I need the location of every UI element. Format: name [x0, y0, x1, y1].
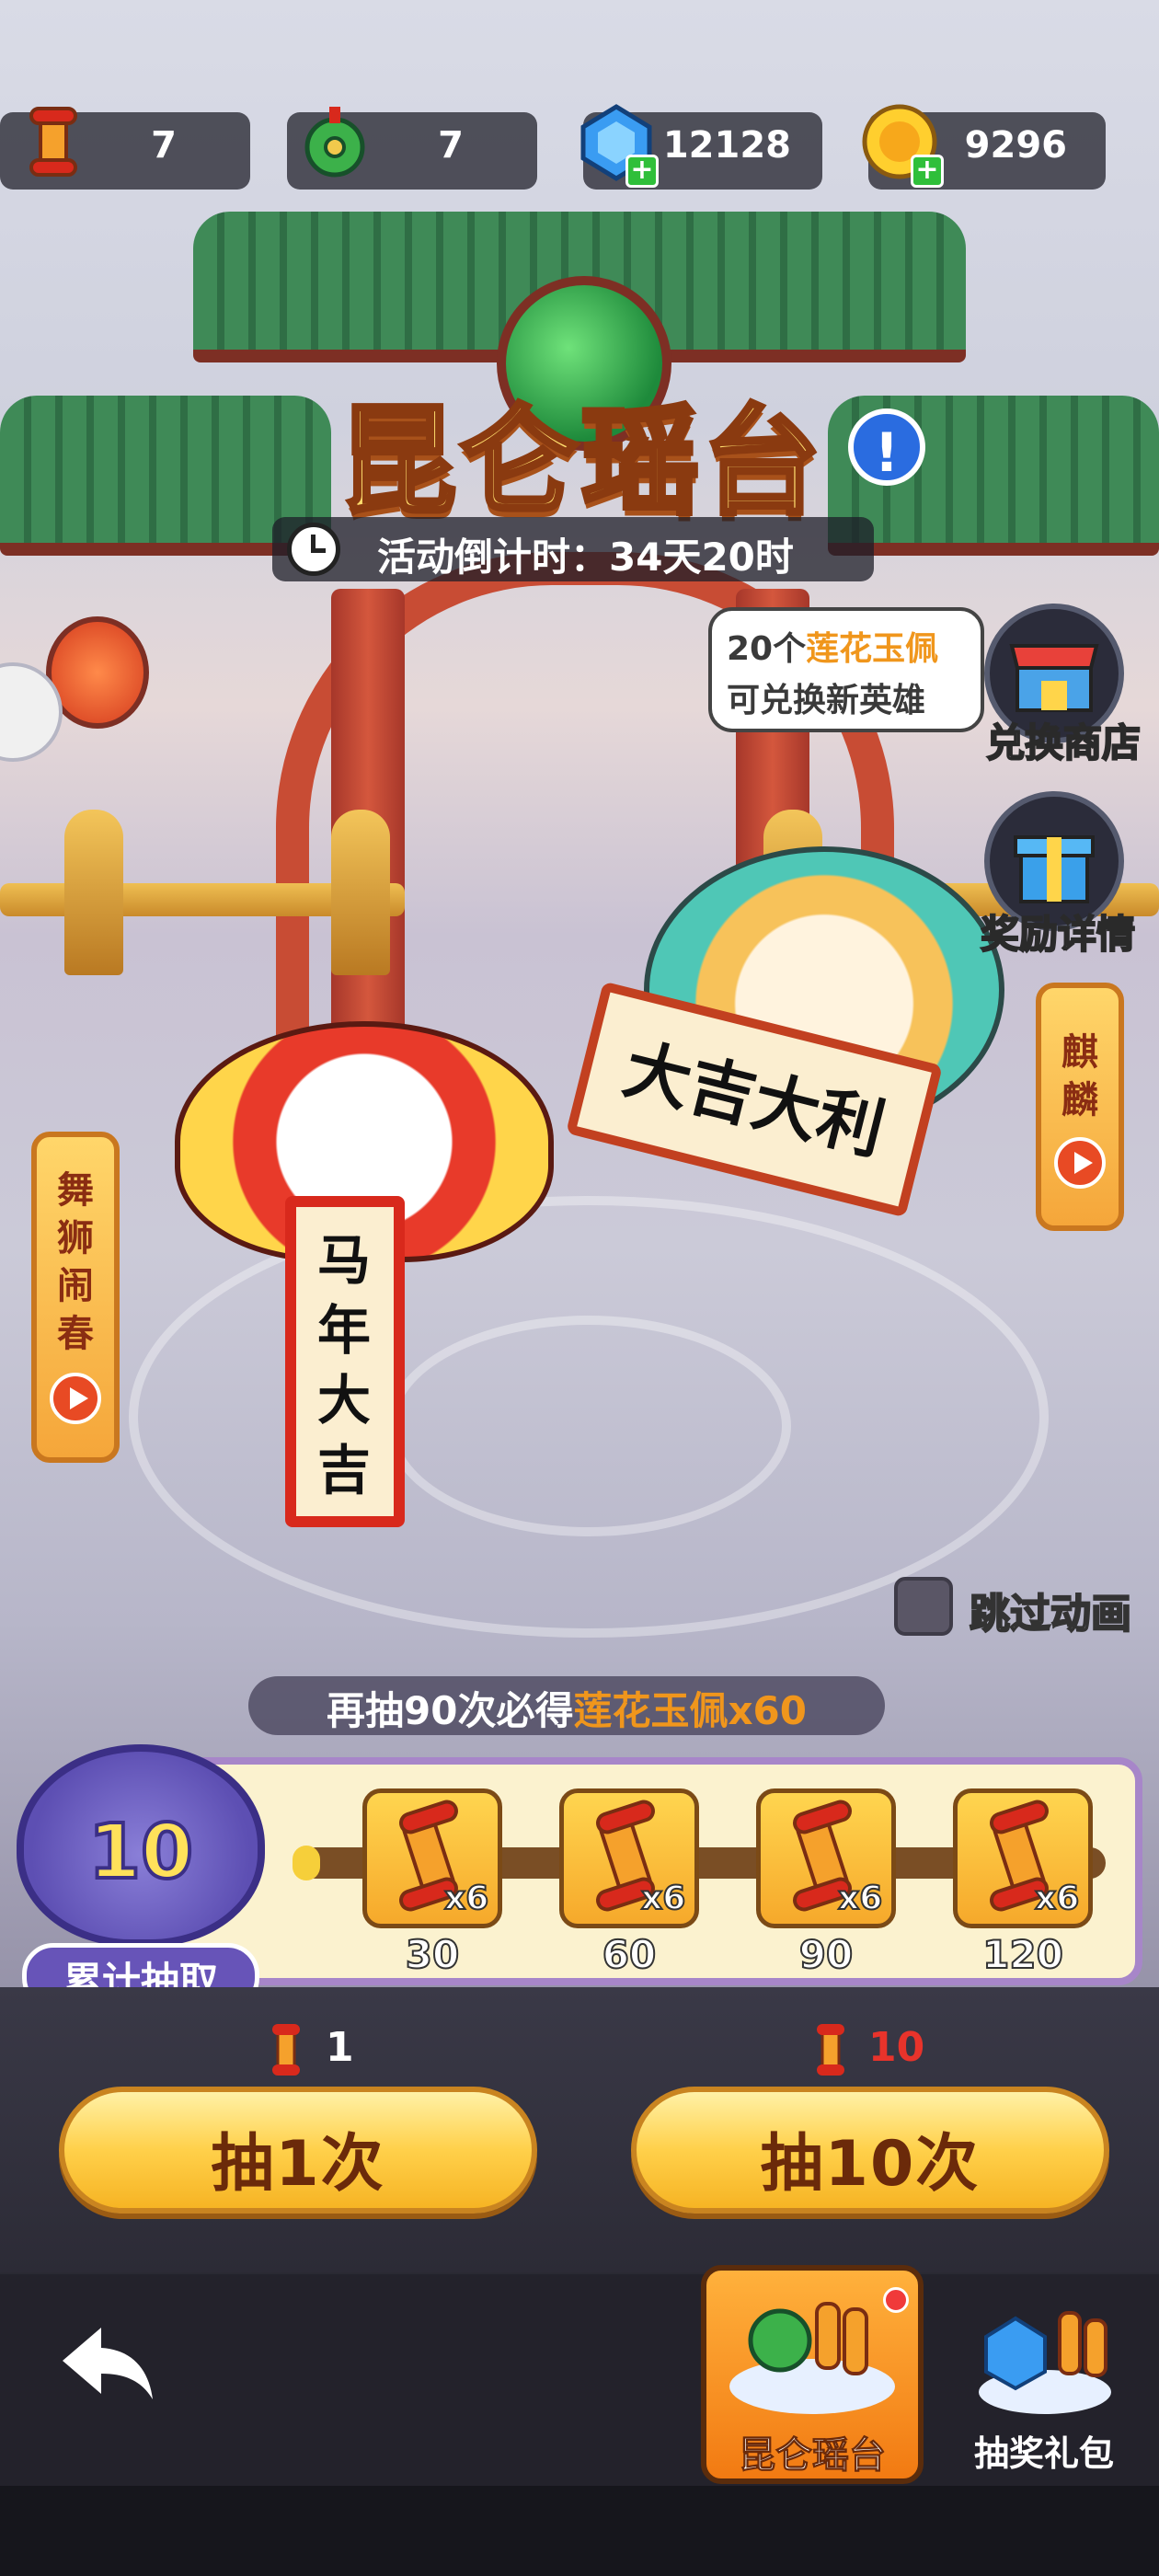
reward-details-label[interactable]: 奖励详情 [962, 903, 1153, 960]
bubble-line-1-prefix: 20个 [727, 630, 807, 668]
qilin-play-icon[interactable] [1054, 1137, 1106, 1189]
exchange-shop-label[interactable]: 兑换商店 [973, 712, 1153, 768]
system-bar-area [0, 2486, 1159, 2576]
resource-scroll-value: 7 [151, 124, 177, 167]
milestone-qty-3: x6 [837, 1879, 883, 1918]
single-draw-cost: 1 [326, 2024, 354, 2071]
guarantee-prefix: 再抽90次必得 [327, 1688, 574, 1733]
lion-scroll-text: 马年大吉 [317, 1229, 372, 1501]
milestone-mark-4: 120 [981, 1931, 1064, 1978]
tab-kunlun-yaotai-label[interactable]: 昆仑瑶台 [701, 2425, 924, 2478]
gem-plus-icon[interactable]: + [625, 155, 659, 188]
milestone-reward-3[interactable]: x6 [756, 1788, 896, 1928]
gift-pack-icon[interactable] [971, 2300, 1119, 2420]
milestone-qty-2: x6 [640, 1879, 686, 1918]
tab-gift-pack-label[interactable]: 抽奖礼包 [957, 2425, 1131, 2476]
milestone-mark-2: 60 [602, 1931, 657, 1978]
bubble-line-1: 20个莲花玉佩 [727, 622, 938, 670]
lion-scroll: 马年大吉 [285, 1196, 405, 1527]
resource-gold-value: 9296 [964, 124, 1067, 167]
milestone-reward-4[interactable]: x6 [953, 1788, 1093, 1928]
info-button[interactable]: ! [848, 408, 925, 486]
notification-dot [883, 2287, 909, 2313]
qilin-character: 大吉大利 [561, 810, 1039, 1325]
tab-lion-dance-label[interactable]: 舞狮闹春 [48, 1167, 103, 1358]
countdown-text: 活动倒计时：34天20时 [377, 535, 794, 580]
bubble-highlight: 莲花玉佩 [806, 630, 939, 668]
milestone-reward-2[interactable]: x6 [559, 1788, 699, 1928]
ten-draw-cost: 10 [868, 2024, 925, 2071]
back-arrow-icon[interactable] [57, 2322, 158, 2405]
jade-pendant-icon [304, 107, 365, 178]
clock-icon [287, 523, 340, 576]
scroll-icon [29, 107, 77, 177]
resource-gem-value: 12128 [662, 124, 791, 167]
lion-dance-play-icon[interactable] [50, 1373, 101, 1424]
bubble-line-2: 可兑换新英雄 [727, 682, 926, 719]
gold-plus-icon[interactable]: + [911, 155, 944, 188]
qilin-banner-text: 大吉大利 [616, 1029, 893, 1169]
railing-post-1 [64, 810, 123, 975]
guarantee-text: 再抽90次必得莲花玉佩x60 [248, 1680, 885, 1736]
lion-dance-character: 马年大吉 [156, 1012, 561, 1527]
ten-cost-scroll-icon [817, 2024, 844, 2076]
resource-jade-value: 7 [438, 124, 464, 167]
tab-qilin-label[interactable]: 麒麟 [1052, 1029, 1107, 1124]
milestone-reward-1[interactable]: x6 [362, 1788, 502, 1928]
cumulative-count: 10 [86, 1807, 195, 1898]
draw-ten-label[interactable]: 抽10次 [631, 2112, 1109, 2203]
single-cost-scroll-icon [272, 2024, 300, 2076]
milestone-mark-3: 90 [798, 1931, 854, 1978]
guarantee-highlight: 莲花玉佩x60 [573, 1688, 807, 1733]
skip-animation-label[interactable]: 跳过动画 [969, 1581, 1132, 1639]
event-title: 昆仑瑶台 [336, 392, 824, 534]
draw-once-label[interactable]: 抽1次 [59, 2112, 537, 2203]
skip-animation-checkbox[interactable] [894, 1577, 953, 1636]
milestone-qty-4: x6 [1034, 1879, 1080, 1918]
progress-start-knob [293, 1846, 320, 1880]
milestone-qty-1: x6 [443, 1879, 489, 1918]
railing-post-2 [331, 810, 390, 975]
milestone-mark-1: 30 [405, 1931, 460, 1978]
